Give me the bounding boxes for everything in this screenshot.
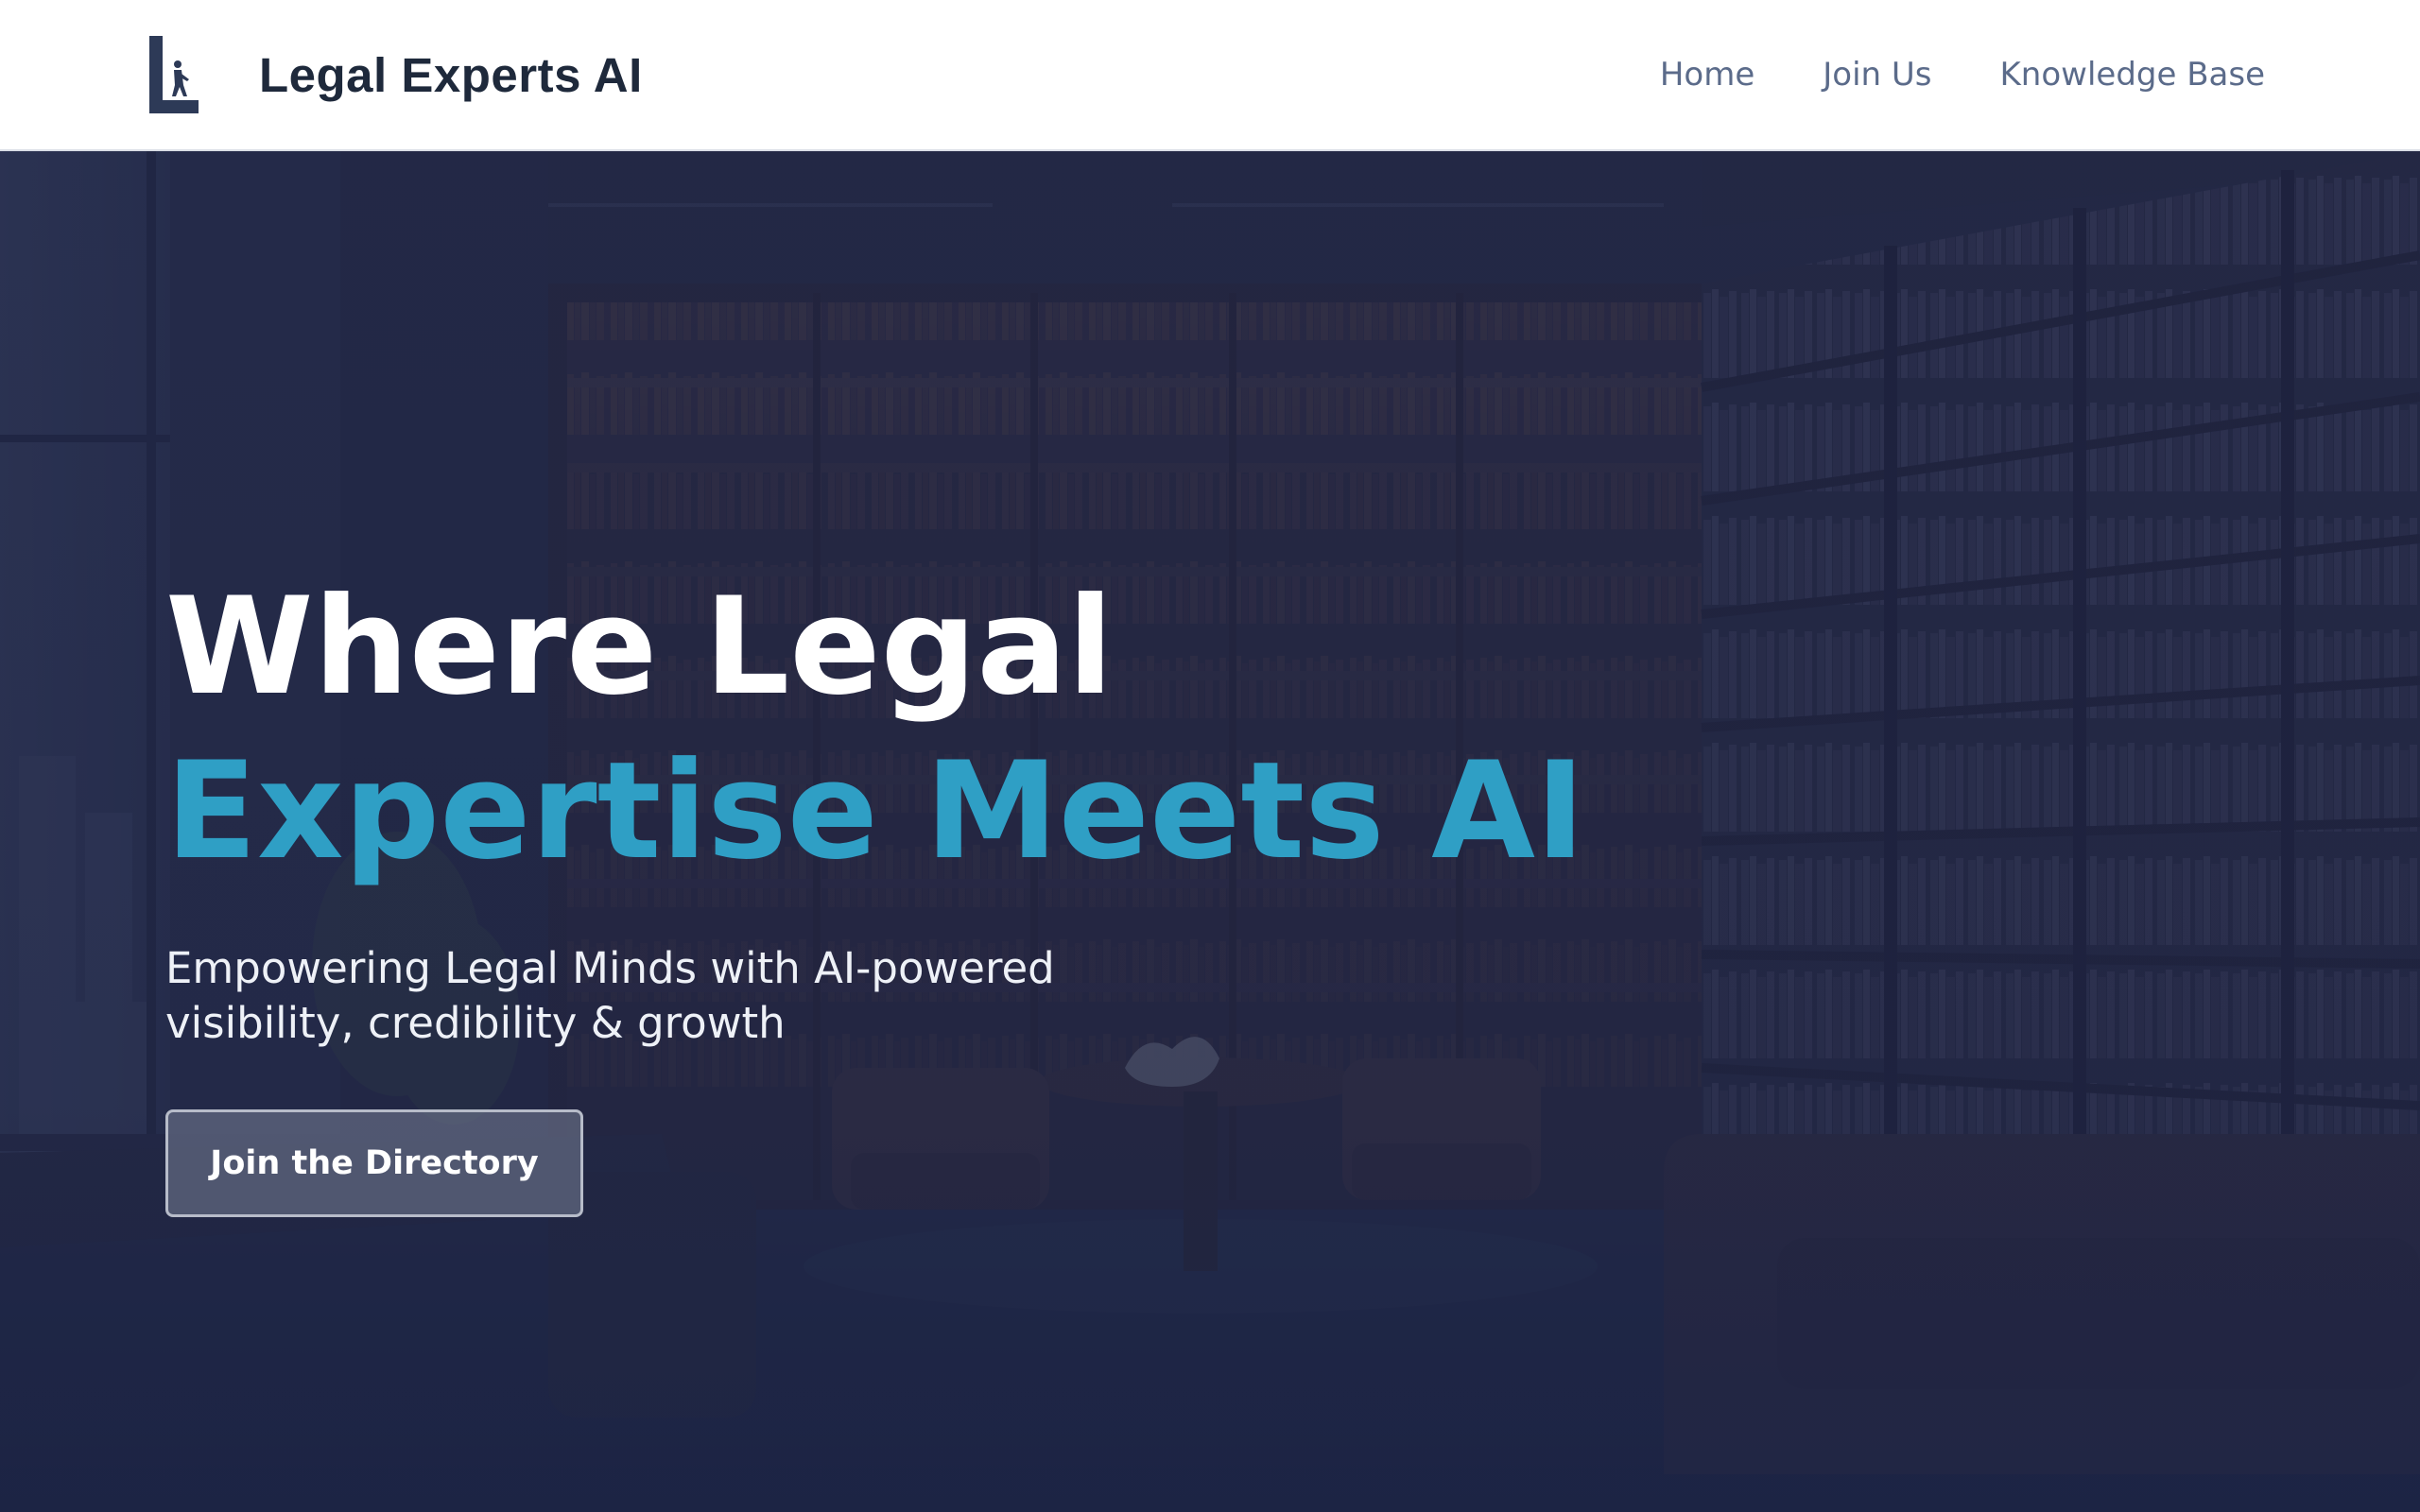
logo-icon	[149, 36, 199, 113]
hero-headline-line1: Where Legal	[165, 569, 1114, 725]
nav-home[interactable]: Home	[1660, 56, 1754, 94]
hero-subtitle: Empowering Legal Minds with AI-powered v…	[165, 943, 1055, 1048]
hero-headline: Where Legal Expertise Meets AI	[165, 565, 1772, 894]
brand-name: Legal Experts AI	[259, 47, 643, 102]
site-header: Legal Experts AI Home Join Us Knowledge …	[0, 0, 2420, 151]
hero-content: Where Legal Expertise Meets AI Empowerin…	[165, 565, 1772, 1217]
nav-join-us[interactable]: Join Us	[1823, 56, 1931, 94]
brand-link[interactable]: Legal Experts AI	[149, 36, 643, 113]
main-nav: Home Join Us Knowledge Base	[1660, 0, 2265, 149]
hero-section: Where Legal Expertise Meets AI Empowerin…	[0, 151, 2420, 1512]
join-directory-button[interactable]: Join the Directory	[165, 1109, 583, 1217]
nav-knowledge-base[interactable]: Knowledge Base	[2000, 56, 2266, 94]
hero-headline-line2: Expertise Meets AI	[165, 733, 1585, 889]
